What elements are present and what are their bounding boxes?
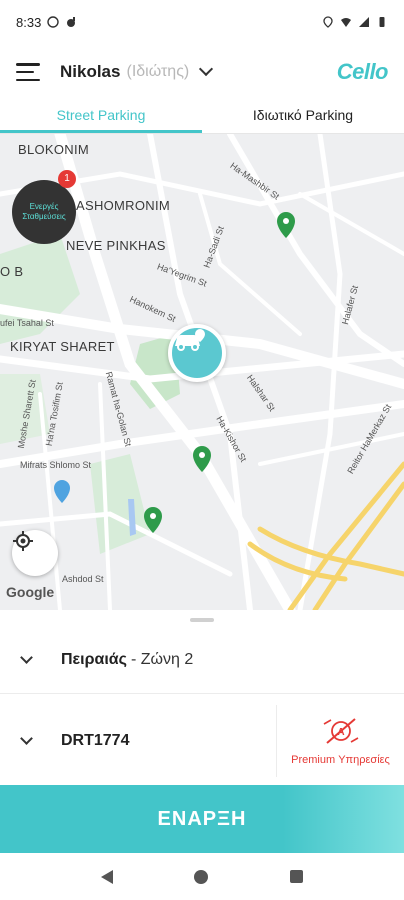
map-view[interactable]: BLOKONIM ASHOMRONIM NEVE PINKHAS O B ufe… [0, 134, 404, 610]
chevron-down-icon [20, 732, 33, 745]
car-icon [175, 329, 205, 351]
active-parkings-count: 1 [58, 170, 76, 188]
status-time: 8:33 [16, 14, 42, 30]
home-icon[interactable] [194, 869, 209, 884]
vehicle-selector[interactable]: DRT1774 A Premium Υπηρεσίες [0, 700, 404, 782]
chevron-down-icon[interactable] [199, 61, 214, 77]
map-label-ashdod: Ashdod St [62, 574, 104, 584]
premium-services-label: Premium Υπηρεσίες [291, 754, 390, 766]
chevron-down-icon [20, 650, 33, 664]
battery-icon [379, 17, 385, 27]
system-nav-bar [0, 853, 404, 900]
map-label-tsahal: ufei Tsahal St [0, 318, 54, 328]
active-parkings-badge[interactable]: Ενεργές Σταθμεύσεις [12, 180, 76, 244]
menu-icon[interactable] [16, 63, 40, 81]
my-location-button[interactable] [12, 530, 58, 576]
recent-apps-icon[interactable] [290, 870, 304, 883]
start-parking-button[interactable]: ΕΝΑΡΞΗ [0, 785, 404, 853]
vehicle-plate: DRT1774 [61, 732, 130, 749]
app-logo: Cello [336, 59, 389, 84]
zone-selector[interactable]: Πειραιάς - Ζώνη 2 [0, 626, 404, 694]
premium-services-icon: A [323, 718, 358, 744]
map-label-neve: NEVE PINKHAS [66, 238, 166, 253]
back-icon[interactable] [100, 869, 113, 884]
parking-tabs: Street Parking Ιδιωτικό Parking [0, 100, 404, 134]
tab-street-parking[interactable]: Street Parking [0, 100, 202, 133]
app-notification-icon [67, 17, 76, 27]
whatsapp-icon [47, 16, 60, 28]
map-label-ob: O B [0, 264, 24, 279]
sheet-handle[interactable] [190, 618, 214, 622]
zone-city: Πειραιάς [61, 650, 127, 668]
user-name[interactable]: Nikolas [60, 62, 120, 82]
map-label-blokonim: BLOKONIM [18, 142, 90, 157]
user-type[interactable]: (Ιδιώτης) [126, 63, 189, 81]
car-location-pin-icon[interactable] [168, 324, 226, 382]
tab-private-parking[interactable]: Ιδιωτικό Parking [202, 100, 404, 133]
premium-services-button[interactable]: A Premium Υπηρεσίες [276, 705, 404, 777]
map-label-kiryat: KIRYAT SHARET [10, 339, 115, 354]
zone-name: - Ζώνη 2 [130, 650, 194, 668]
google-logo: Google [6, 584, 55, 600]
app-header: Nikolas (Ιδιώτης) Cello [0, 44, 404, 100]
location-icon [323, 16, 333, 28]
wifi-icon [341, 18, 351, 27]
signal-icon [359, 17, 369, 27]
status-bar: 8:33 [0, 0, 404, 44]
map-label-mifrats: Mifrats Shlomo St [20, 460, 92, 470]
map-label-shomronim: ASHOMRONIM [76, 198, 170, 213]
crosshair-icon [13, 531, 33, 551]
